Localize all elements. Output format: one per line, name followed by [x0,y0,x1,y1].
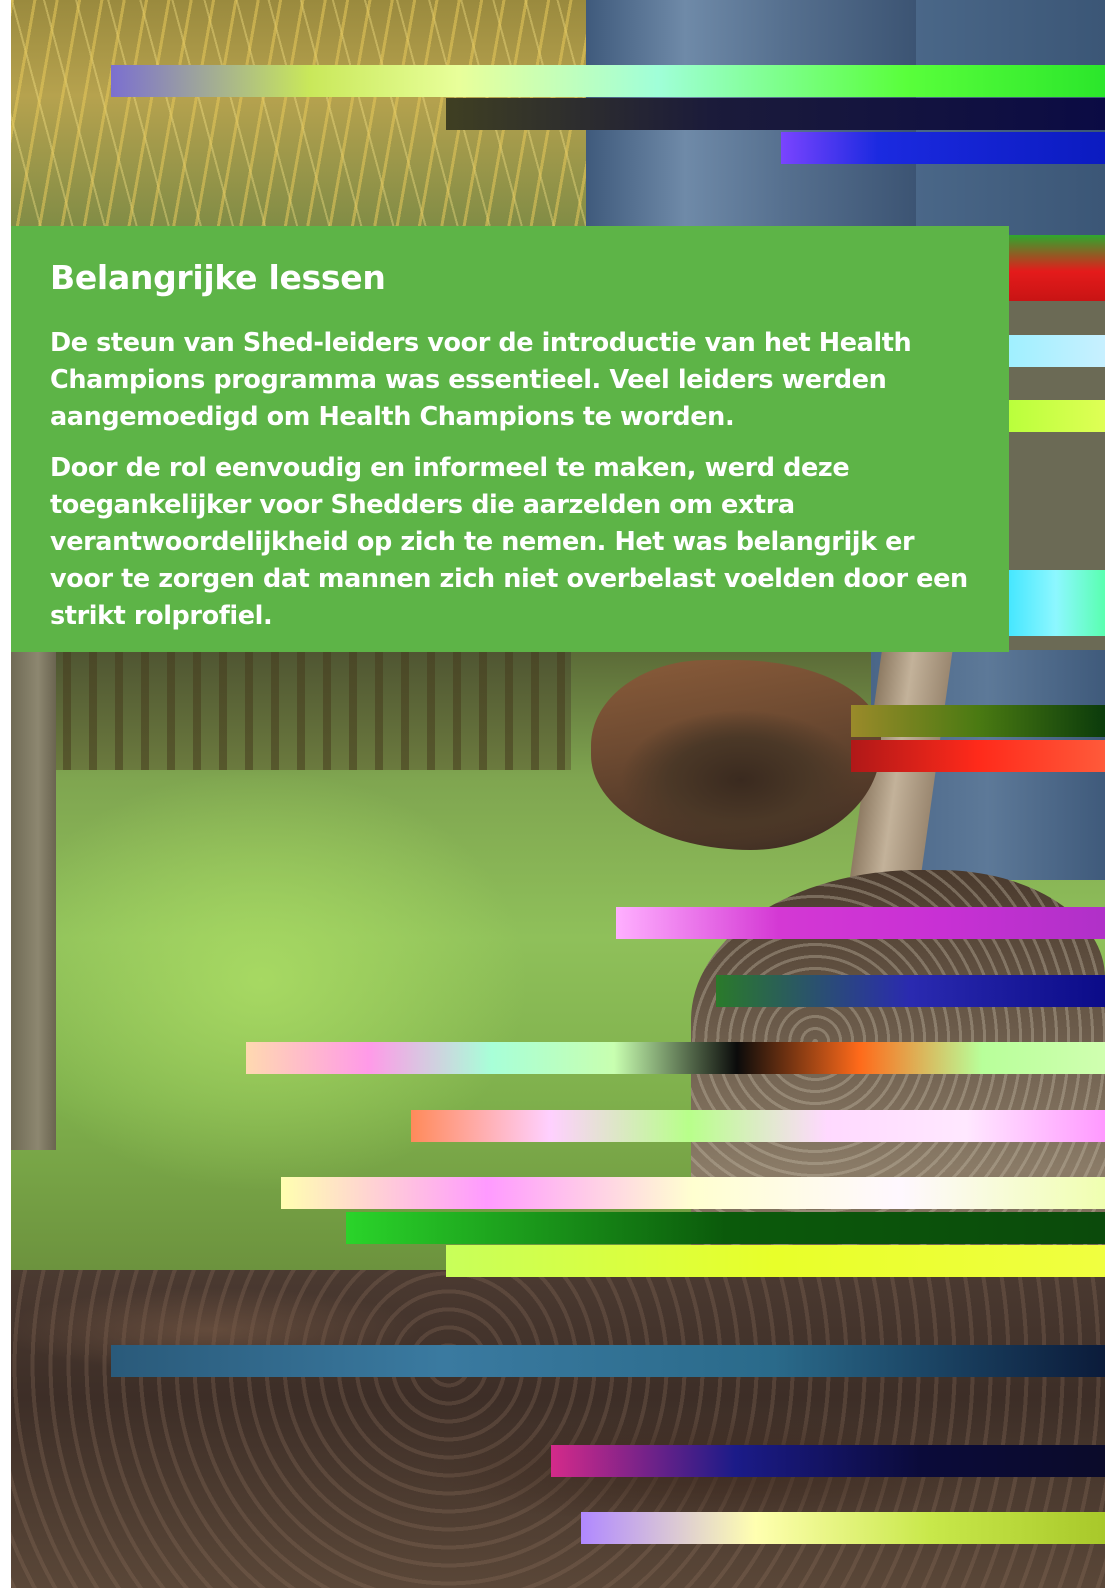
glitch-band [851,740,1105,772]
glitch-band [1007,400,1105,432]
panel-heading: Belangrijke lessen [50,258,386,297]
document-page: Belangrijke lessen De steun van Shed-lei… [11,0,1105,1588]
glitch-band [411,1110,1105,1142]
panel-paragraph-2: Door de rol eenvoudig en informeel te ma… [50,453,968,631]
glitch-band [781,132,1105,164]
glitch-band [581,1512,1105,1544]
glitch-band [1007,335,1105,367]
glitch-band [551,1445,1105,1477]
glitch-band [716,975,1105,1007]
glitch-band [246,1042,1105,1074]
glitch-band [851,705,1105,737]
photo-tree-line [11,650,571,770]
glitch-band [616,907,1105,939]
panel-paragraph-1: De steun van Shed-leiders voor de introd… [50,328,912,432]
glitch-band [281,1177,1105,1209]
glitch-band [446,1245,1105,1277]
glitch-band [1007,235,1105,301]
photo-tree-trunk [11,650,56,1150]
glitch-band [1007,570,1105,636]
glitch-band [111,1345,1105,1377]
glitch-band [446,98,1105,130]
glitch-band [346,1212,1105,1244]
key-lessons-panel: Belangrijke lessen De steun van Shed-lei… [11,226,1009,652]
glitch-band [111,65,1105,97]
